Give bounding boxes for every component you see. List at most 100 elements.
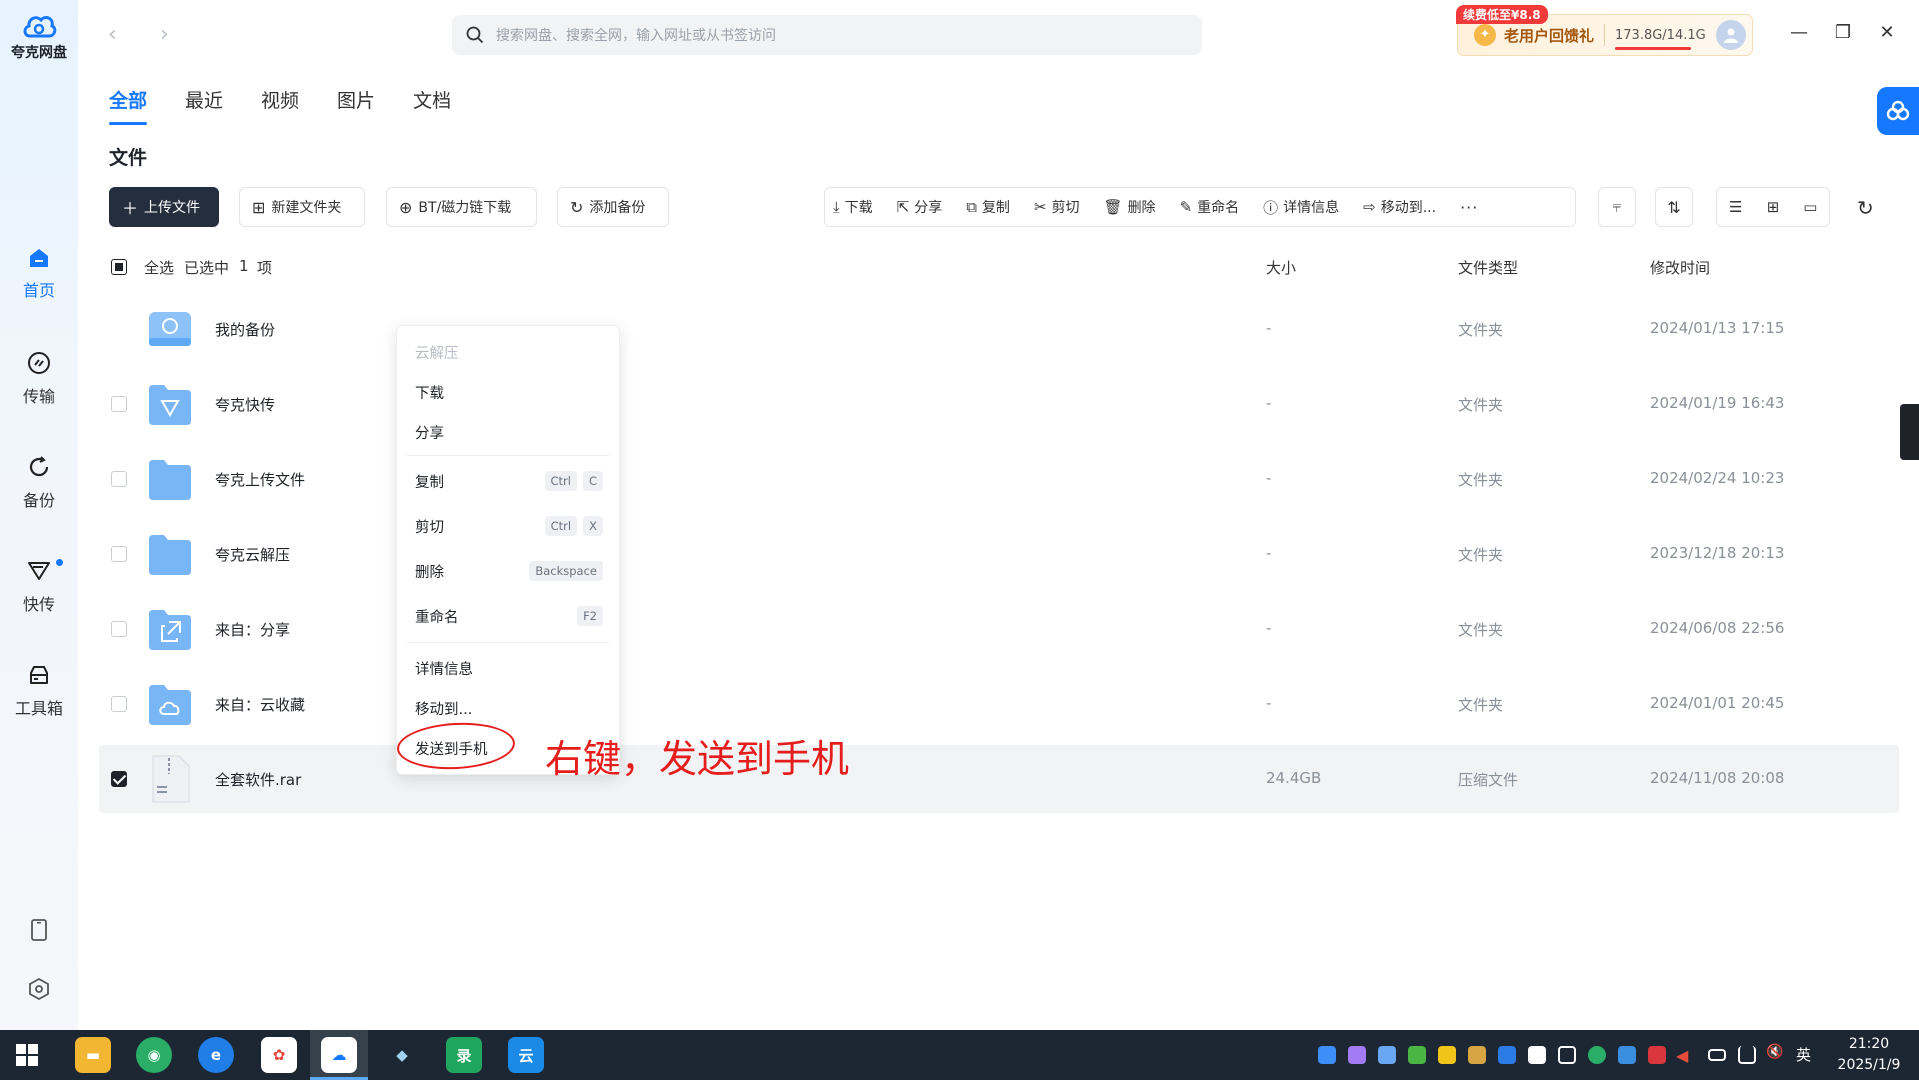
table-row[interactable]: 夸克云解压 - 文件夹 2023/12/18 20:13 [99, 520, 1899, 588]
recorder-app-icon[interactable]: 录 [446, 1037, 482, 1073]
table-row[interactable]: 夸克上传文件 - 文件夹 2024/02/24 10:23 [99, 445, 1899, 513]
table-row[interactable]: 来自：云收藏 - 文件夹 2024/01/01 20:45 [99, 670, 1899, 738]
windows-start-icon[interactable] [16, 1044, 38, 1066]
network-icon[interactable] [1738, 1046, 1756, 1064]
row-checkbox[interactable] [111, 621, 127, 637]
menu-item-details[interactable]: 详情信息 [415, 650, 603, 686]
table-row[interactable]: 全套软件.rar 24.4GB 压缩文件 2024/11/08 20:08 [99, 745, 1899, 813]
row-checkbox[interactable] [111, 696, 127, 712]
column-size[interactable]: 大小 [1266, 257, 1296, 278]
tab-recent[interactable]: 最近 [185, 86, 223, 125]
system-clock[interactable]: 21:20 2025/1/9 [1830, 1034, 1908, 1076]
details-button[interactable]: ⓘ 详情信息 [1263, 197, 1339, 218]
select-all-label[interactable]: 全选 [144, 257, 174, 278]
file-name[interactable]: 全套软件.rar [215, 769, 301, 790]
file-name[interactable]: 夸克快传 [215, 394, 275, 415]
select-all-checkbox[interactable] [111, 259, 127, 275]
tab-images[interactable]: 图片 [337, 86, 375, 125]
row-checkbox[interactable] [111, 396, 127, 412]
restore-icon[interactable]: ❐ [1831, 22, 1855, 43]
file-name[interactable]: 来自：云收藏 [215, 694, 305, 715]
tray-folder-icon[interactable] [1468, 1046, 1486, 1064]
tab-all[interactable]: 全部 [109, 86, 148, 125]
app-icon-colorful[interactable]: ✿ [261, 1037, 297, 1073]
download-button[interactable]: ⤓ 下载 [833, 197, 873, 217]
tray-window-icon[interactable] [1558, 1046, 1576, 1064]
sidebar-item-quick-send[interactable]: 快传 [0, 559, 78, 615]
sidebar-item-toolbox[interactable]: 工具箱 [0, 663, 78, 719]
tray-quark-icon[interactable] [1318, 1046, 1336, 1064]
sidebar-item-home[interactable]: 首页 [0, 247, 78, 301]
volume-muted-icon[interactable]: 🔇 [1766, 1044, 1783, 1060]
file-name[interactable]: 夸克云解压 [215, 544, 290, 565]
search-bar[interactable] [452, 15, 1202, 55]
tray-chrome-icon[interactable] [1438, 1046, 1456, 1064]
file-name[interactable]: 我的备份 [215, 319, 275, 340]
add-backup-button[interactable]: ↻ 添加备份 [557, 187, 669, 227]
back-arrow-icon[interactable]: ‹ [108, 22, 117, 47]
app-logo[interactable]: 夸克网盘 [0, 10, 78, 62]
tray-wechat-icon[interactable] [1588, 1046, 1606, 1064]
share-button[interactable]: ⇱ 分享 [897, 197, 943, 217]
cut-button[interactable]: ✂ 剪切 [1034, 197, 1080, 217]
preview-view-icon[interactable]: ▭ [1792, 188, 1829, 226]
tray-red-app-icon[interactable] [1648, 1046, 1666, 1064]
file-name[interactable]: 来自：分享 [215, 619, 290, 640]
delete-button[interactable]: 🗑 删除 [1104, 197, 1156, 217]
minimize-icon[interactable]: — [1787, 22, 1811, 43]
tab-documents[interactable]: 文档 [413, 86, 451, 125]
tab-video[interactable]: 视频 [261, 86, 299, 125]
tray-app-icon[interactable] [1348, 1046, 1366, 1064]
quark-drive-taskbar-icon[interactable]: ☁ [321, 1037, 357, 1073]
ime-indicator[interactable]: 英 [1796, 1044, 1811, 1065]
menu-item-move[interactable]: 移动到... [415, 690, 603, 726]
edge-browser-icon[interactable]: e [198, 1037, 234, 1073]
filter-button[interactable]: ⫧ [1598, 187, 1636, 227]
upload-button[interactable]: ＋ 上传文件 [109, 187, 219, 227]
tray-sync-icon[interactable] [1408, 1046, 1426, 1064]
phone-button[interactable] [0, 918, 78, 942]
row-checkbox[interactable] [111, 546, 127, 562]
tray-baidu-icon[interactable] [1378, 1046, 1396, 1064]
sidebar-item-transfer[interactable]: 传输 [0, 351, 78, 407]
tray-cloud-icon[interactable] [1618, 1046, 1636, 1064]
column-type[interactable]: 文件类型 [1458, 257, 1518, 278]
floating-assistant-button[interactable] [1877, 87, 1919, 135]
bt-download-button[interactable]: ⊕ BT/磁力链下载 [386, 187, 537, 227]
close-icon[interactable]: ✕ [1875, 22, 1899, 43]
column-modified[interactable]: 修改时间 [1650, 257, 1710, 278]
new-folder-button[interactable]: ⊞ 新建文件夹 [239, 187, 365, 227]
battery-icon[interactable] [1708, 1049, 1726, 1061]
promo-banner[interactable]: 续费低至¥8.8 ✦ 老用户回馈礼 173.8G/14.1G [1456, 5, 1753, 56]
table-row[interactable]: 我的备份 - 文件夹 2024/01/13 17:15 [99, 295, 1899, 363]
avatar[interactable] [1715, 20, 1746, 50]
sort-button[interactable]: ⇅ [1655, 187, 1693, 227]
menu-item-rename[interactable]: 重命名 F2 [415, 598, 603, 634]
settings-button[interactable] [0, 977, 78, 1001]
grid-view-icon[interactable]: ⊞ [1754, 188, 1791, 226]
tray-shield-icon[interactable] [1498, 1046, 1516, 1064]
file-name[interactable]: 夸克上传文件 [215, 469, 305, 490]
cloud-app-icon[interactable]: 云 [508, 1037, 544, 1073]
row-checkbox[interactable] [111, 771, 127, 787]
notepad-icon[interactable]: ◆ [384, 1037, 420, 1073]
wechat-icon[interactable]: ◉ [136, 1037, 172, 1073]
menu-item-copy[interactable]: 复制 Ctrl C [415, 463, 603, 499]
menu-item-cut[interactable]: 剪切 Ctrl X [415, 508, 603, 544]
menu-item-download[interactable]: 下载 [415, 374, 603, 410]
table-row[interactable]: 夸克快传 - 文件夹 2024/01/19 16:43 [99, 370, 1899, 438]
search-input[interactable] [496, 27, 1146, 43]
copy-button[interactable]: ⧉ 复制 [966, 197, 1010, 217]
menu-item-delete[interactable]: 删除 Backspace [415, 553, 603, 589]
more-options-button[interactable]: ··· [1460, 198, 1478, 217]
forward-arrow-icon[interactable]: › [160, 22, 169, 47]
file-explorer-icon[interactable]: ▬ [75, 1037, 111, 1073]
list-view-icon[interactable]: ☰ [1717, 188, 1754, 226]
rename-button[interactable]: ✎ 重命名 [1180, 197, 1240, 217]
tray-media-icon[interactable] [1528, 1046, 1546, 1064]
row-checkbox[interactable] [111, 471, 127, 487]
side-drag-handle[interactable] [1900, 404, 1919, 460]
menu-item-share[interactable]: 分享 [415, 414, 603, 450]
move-button[interactable]: ⇨ 移动到... [1363, 197, 1436, 217]
tray-arrow-icon[interactable]: ◀ [1676, 1046, 1694, 1065]
